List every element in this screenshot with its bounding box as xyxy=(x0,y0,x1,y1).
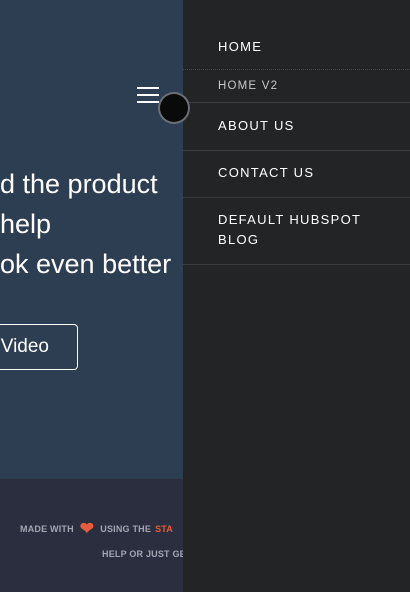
hero-line-2: help xyxy=(0,209,52,239)
hero-line-3: ok even better xyxy=(0,249,172,279)
menu-item-home[interactable]: HOME xyxy=(183,37,410,57)
watch-video-button-label: Video xyxy=(0,336,49,357)
heart-icon: ❤ xyxy=(79,519,95,538)
cursor-indicator xyxy=(160,94,188,122)
footer-made-with: MADE WITH xyxy=(20,524,74,534)
menu-divider xyxy=(183,102,410,103)
footer-credit: MADE WITH ❤ USING THE STA xyxy=(20,519,173,539)
watch-video-button[interactable]: Video xyxy=(0,324,78,370)
hero-headline: d the product help ok even better xyxy=(0,164,183,284)
footer-using-the: USING THE xyxy=(100,524,152,534)
footer-accent-link[interactable]: STA xyxy=(155,524,173,534)
menu-divider xyxy=(183,264,410,265)
menu-item-default-hubspot-blog[interactable]: DEFAULT HUBSPOT BLOG xyxy=(183,210,410,250)
menu-divider xyxy=(183,69,410,70)
menu-item-about-us[interactable]: ABOUT US xyxy=(183,116,410,136)
menu-divider xyxy=(183,150,410,151)
side-menu-panel: HOME HOME V2 ABOUT US CONTACT US DEFAULT… xyxy=(183,0,410,592)
menu-item-home-v2[interactable]: HOME V2 xyxy=(183,76,410,96)
hamburger-menu-icon[interactable] xyxy=(137,87,159,103)
hero-line-1: d the product xyxy=(0,169,158,199)
menu-item-contact-us[interactable]: CONTACT US xyxy=(183,163,410,183)
footer-help-text: HELP OR JUST GE xyxy=(102,549,186,559)
menu-divider xyxy=(183,197,410,198)
